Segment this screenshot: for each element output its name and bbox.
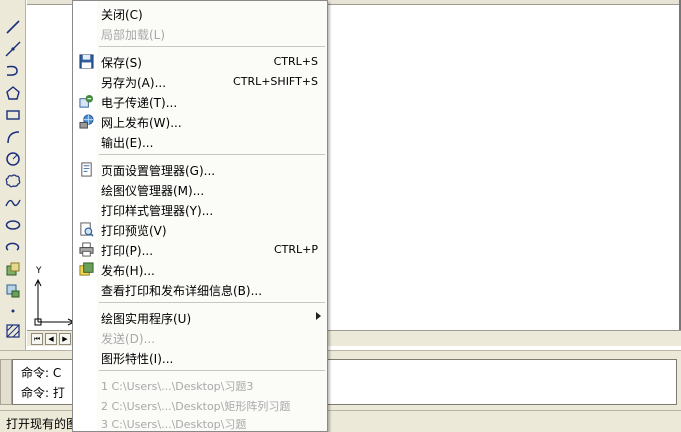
menu-item-label: 电子传递(T)... — [101, 96, 178, 110]
menu-item-label: 打印样式管理器(Y)... — [101, 204, 214, 218]
polyline-icon[interactable] — [3, 62, 23, 80]
spline-icon[interactable] — [3, 194, 23, 212]
menu-item-plotter-manager[interactable]: 绘图仪管理器(M)... — [73, 180, 327, 199]
status-text: 打开现有的图 — [6, 417, 79, 431]
menu-item-etransmit[interactable]: 电子传递(T)... — [73, 92, 327, 111]
floppy-disk-icon — [78, 53, 94, 69]
menu-item-recent-file-3[interactable]: 3 C:\Users\...\Desktop\习题 — [73, 414, 327, 432]
construction-line-icon[interactable] — [3, 40, 23, 58]
prev-tab-button[interactable]: ◀ — [45, 333, 57, 345]
menu-item-label: 网上发布(W)... — [101, 116, 182, 130]
menu-separator — [99, 46, 325, 47]
page-setup-icon — [78, 161, 94, 177]
menu-item-label: 1 C:\Users\...\Desktop\习题3 — [101, 380, 254, 393]
menu-item-send[interactable]: 发送(D)... — [73, 328, 327, 347]
menu-item-label: 绘图实用程序(U) — [101, 312, 192, 326]
ucs-y-label: Y — [36, 266, 42, 276]
make-block-icon[interactable] — [3, 282, 23, 300]
menu-item-shortcut: CTRL+S — [273, 55, 318, 68]
menu-item-label: 页面设置管理器(G)... — [101, 164, 216, 178]
menu-item-label: 打印预览(V) — [101, 224, 167, 238]
menu-item-save-as[interactable]: 另存为(A)... CTRL+SHIFT+S — [73, 72, 327, 91]
rectangle-icon[interactable] — [3, 106, 23, 124]
ellipse-icon[interactable] — [3, 216, 23, 234]
menu-item-recent-file-1[interactable]: 1 C:\Users\...\Desktop\习题3 — [73, 376, 327, 395]
insert-block-icon[interactable] — [3, 260, 23, 278]
publish-web-icon — [78, 113, 94, 129]
command-line-2: 命令: 打 — [21, 386, 65, 400]
menu-item-label: 发布(H)... — [101, 264, 155, 278]
revision-cloud-icon[interactable] — [3, 172, 23, 190]
menu-item-publish[interactable]: 发布(H)... — [73, 260, 327, 279]
line-icon[interactable] — [3, 18, 23, 36]
ellipse-arc-icon[interactable] — [3, 238, 23, 256]
menu-item-shortcut: CTRL+SHIFT+S — [233, 75, 318, 88]
prev-tab-icon: ◀ — [48, 335, 54, 343]
menu-separator — [99, 302, 325, 303]
draw-toolbar — [0, 0, 26, 350]
menu-item-page-setup[interactable]: 页面设置管理器(G)... — [73, 160, 327, 179]
menu-item-close[interactable]: 关闭(C) — [73, 4, 327, 23]
menu-item-label: 2 C:\Users\...\Desktop\矩形阵列习题 — [101, 400, 291, 413]
menu-item-label: 查看打印和发布详细信息(B)... — [101, 284, 263, 298]
menu-item-plot-style-manager[interactable]: 打印样式管理器(Y)... — [73, 200, 327, 219]
menu-item-print[interactable]: 打印(P)... CTRL+P — [73, 240, 327, 259]
ucs-icon — [34, 278, 76, 326]
menu-item-recent-file-2[interactable]: 2 C:\Users\...\Desktop\矩形阵列习题 — [73, 396, 327, 415]
print-preview-icon — [78, 221, 94, 237]
command-window-grip[interactable] — [0, 359, 12, 405]
arc-icon[interactable] — [3, 128, 23, 146]
menu-item-label: 图形特性(I)... — [101, 352, 174, 366]
menu-item-label: 绘图仪管理器(M)... — [101, 184, 205, 198]
command-line-1: 命令: C — [21, 366, 62, 380]
menu-item-drawing-properties[interactable]: 图形特性(I)... — [73, 348, 327, 367]
circle-icon[interactable] — [3, 150, 23, 168]
menu-item-label: 3 C:\Users\...\Desktop\习题 — [101, 418, 247, 431]
first-tab-icon: ⏮ — [33, 334, 41, 343]
publish-icon — [78, 261, 94, 277]
etransmit-icon — [78, 93, 94, 109]
file-menu: 关闭(C) 局部加载(L) 保存(S) CTRL+S 另存为(A)... CTR… — [72, 0, 328, 432]
menu-item-partial-load[interactable]: 局部加载(L) — [73, 24, 327, 43]
menu-item-label: 打印(P)... — [101, 244, 154, 258]
printer-icon — [78, 241, 94, 257]
menu-item-label: 局部加载(L) — [101, 28, 166, 42]
menu-item-label: 关闭(C) — [101, 8, 143, 22]
menu-item-print-preview[interactable]: 打印预览(V) — [73, 220, 327, 239]
menu-item-view-plot-details[interactable]: 查看打印和发布详细信息(B)... — [73, 280, 327, 299]
menu-item-label: 输出(E)... — [101, 136, 154, 150]
menu-item-publish-web[interactable]: 网上发布(W)... — [73, 112, 327, 131]
point-icon[interactable] — [3, 302, 23, 320]
next-tab-icon: ▶ — [62, 335, 68, 343]
menu-separator — [99, 370, 325, 371]
menu-item-label: 保存(S) — [101, 56, 142, 70]
menu-item-label: 发送(D)... — [101, 332, 156, 346]
next-tab-button[interactable]: ▶ — [59, 333, 71, 345]
hatch-icon[interactable] — [3, 322, 23, 340]
submenu-arrow-icon — [316, 312, 321, 320]
first-tab-button[interactable]: ⏮ — [31, 333, 43, 345]
polygon-icon[interactable] — [3, 84, 23, 102]
menu-item-label: 另存为(A)... — [101, 76, 167, 90]
menu-separator — [99, 154, 325, 155]
menu-item-drawing-utilities[interactable]: 绘图实用程序(U) — [73, 308, 327, 327]
menu-item-export[interactable]: 输出(E)... — [73, 132, 327, 151]
menu-item-save[interactable]: 保存(S) CTRL+S — [73, 52, 327, 71]
menu-item-shortcut: CTRL+P — [273, 243, 318, 256]
